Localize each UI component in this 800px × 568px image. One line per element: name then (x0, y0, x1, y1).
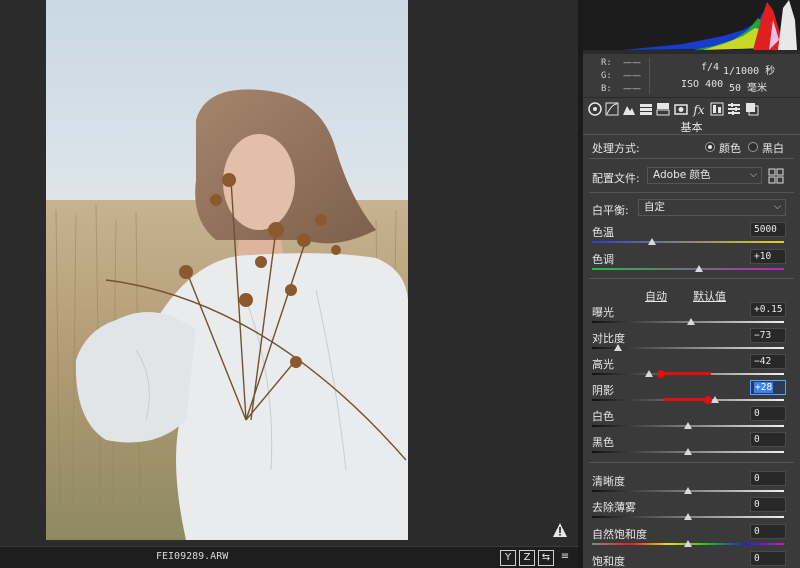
exposure-label: 曝光 (592, 306, 614, 319)
temperature-slider-thumb[interactable] (648, 238, 656, 245)
portrait-photo (46, 0, 408, 540)
profile-label: 配置文件: (592, 172, 640, 185)
focal-length-value: 50 毫米 (729, 83, 768, 94)
tint-label: 色调 (592, 253, 614, 266)
chevron-down-icon: ⌵ (750, 170, 757, 180)
vibrance-input[interactable]: 0 (750, 524, 786, 539)
shadows-label: 阴影 (592, 384, 614, 397)
lens-icon[interactable] (673, 102, 689, 118)
dehaze-input[interactable]: 0 (750, 497, 786, 512)
dehaze-label: 去除薄雾 (592, 501, 636, 514)
whites-label: 白色 (592, 410, 614, 423)
preview-status-bar: FEI09289.ARW Y Z ⇆ ≡ (0, 546, 578, 568)
profile-select[interactable]: Adobe 颜色 ⌵ (647, 167, 762, 184)
auto-button[interactable]: 自动 (645, 288, 667, 304)
treatment-label: 处理方式: (592, 142, 640, 155)
clarity-slider-thumb[interactable] (684, 487, 692, 494)
divider (589, 158, 794, 159)
blacks-label: 黑色 (592, 436, 614, 449)
exif-separator (649, 58, 650, 94)
temperature-slider-track[interactable] (592, 241, 784, 243)
exposure-slider-thumb[interactable] (687, 318, 695, 325)
clarity-label: 清晰度 (592, 475, 625, 488)
highlights-input[interactable]: −42 (750, 354, 786, 369)
saturation-label: 饱和度 (592, 555, 625, 568)
b-label: B: (601, 84, 612, 94)
tint-slider-track[interactable] (592, 268, 784, 270)
exposure-input[interactable]: +0.15 (750, 302, 786, 317)
dehaze-slider-thumb[interactable] (684, 513, 692, 520)
divider (589, 278, 794, 279)
panel-tab-bar: fx (583, 99, 800, 121)
treatment-color-radio[interactable] (705, 142, 715, 152)
whites-slider-thumb[interactable] (684, 422, 692, 429)
presets-icon[interactable] (726, 102, 742, 118)
aperture-value: f/4 (701, 62, 720, 73)
g-label: G: (601, 71, 612, 81)
histogram (583, 0, 800, 54)
image-preview-area (0, 0, 578, 546)
clarity-input[interactable]: 0 (750, 471, 786, 486)
annotation-arrow (663, 398, 709, 401)
r-value: —— (623, 58, 641, 68)
hsl-icon[interactable] (638, 102, 654, 118)
exif-info: R: —— G: —— B: —— f/4 1/1000 秒 ISO 400 5… (583, 54, 800, 98)
vibrance-label: 自然饱和度 (592, 528, 647, 541)
treatment-bw-radio[interactable] (748, 142, 758, 152)
warning-icon[interactable] (552, 522, 568, 538)
contrast-input[interactable]: −73 (750, 328, 786, 343)
split-tone-icon[interactable] (655, 102, 671, 118)
shadows-slider-thumb[interactable] (711, 396, 719, 403)
iso-value: ISO 400 (681, 79, 724, 90)
blacks-input[interactable]: 0 (750, 432, 786, 447)
section-title: 基本 (583, 121, 800, 135)
tint-slider-thumb[interactable] (695, 265, 703, 272)
annotation-arrowhead (657, 370, 665, 378)
highlights-slider-thumb[interactable] (645, 370, 653, 377)
before-after-y-button[interactable]: Y (500, 550, 516, 566)
treatment-color-label[interactable]: 颜色 (719, 140, 741, 156)
vibrance-slider-thumb[interactable] (684, 540, 692, 547)
annotation-arrowhead (704, 396, 712, 404)
highlights-label: 高光 (592, 358, 614, 371)
calibration-icon[interactable] (709, 102, 725, 118)
adjustment-panel: R: —— G: —— B: —— f/4 1/1000 秒 ISO 400 5… (583, 0, 800, 568)
whites-input[interactable]: 0 (750, 406, 786, 421)
default-button[interactable]: 默认值 (693, 288, 726, 304)
divider (589, 462, 794, 463)
snapshots-icon[interactable] (744, 102, 760, 118)
temperature-input[interactable]: 5000 (750, 222, 786, 237)
divider (589, 192, 794, 193)
annotation-arrow (661, 372, 711, 375)
detail-icon[interactable] (621, 102, 637, 118)
photo-preview[interactable] (46, 0, 408, 540)
shutter-value: 1/1000 秒 (723, 66, 776, 77)
profile-value: Adobe 颜色 (653, 169, 711, 181)
b-value: —— (623, 84, 641, 94)
basic-icon[interactable] (587, 102, 603, 118)
shadows-value: +28 (754, 382, 774, 393)
saturation-input[interactable]: 0 (750, 551, 786, 566)
shadows-input[interactable]: +28 (750, 380, 786, 395)
file-name: FEI09289.ARW (156, 551, 229, 562)
white-balance-select[interactable]: 自定 ⌵ (638, 199, 786, 216)
blacks-slider-thumb[interactable] (684, 448, 692, 455)
tint-input[interactable]: +10 (750, 249, 786, 264)
treatment-bw-label[interactable]: 黑白 (762, 140, 784, 156)
tone-curve-icon[interactable] (604, 102, 620, 118)
fx-icon[interactable]: fx (691, 102, 707, 118)
r-label: R: (601, 58, 612, 68)
chevron-down-icon: ⌵ (774, 202, 781, 212)
profile-browser-icon[interactable] (768, 168, 784, 184)
white-balance-label: 白平衡: (592, 204, 629, 217)
before-after-z-button[interactable]: Z (519, 550, 535, 566)
contrast-slider-thumb[interactable] (614, 344, 622, 351)
white-balance-value: 自定 (644, 201, 665, 213)
swap-settings-button[interactable]: ⇆ (538, 550, 554, 566)
temperature-label: 色温 (592, 226, 614, 239)
g-value: —— (623, 71, 641, 81)
preview-preferences-button[interactable]: ≡ (557, 550, 573, 566)
